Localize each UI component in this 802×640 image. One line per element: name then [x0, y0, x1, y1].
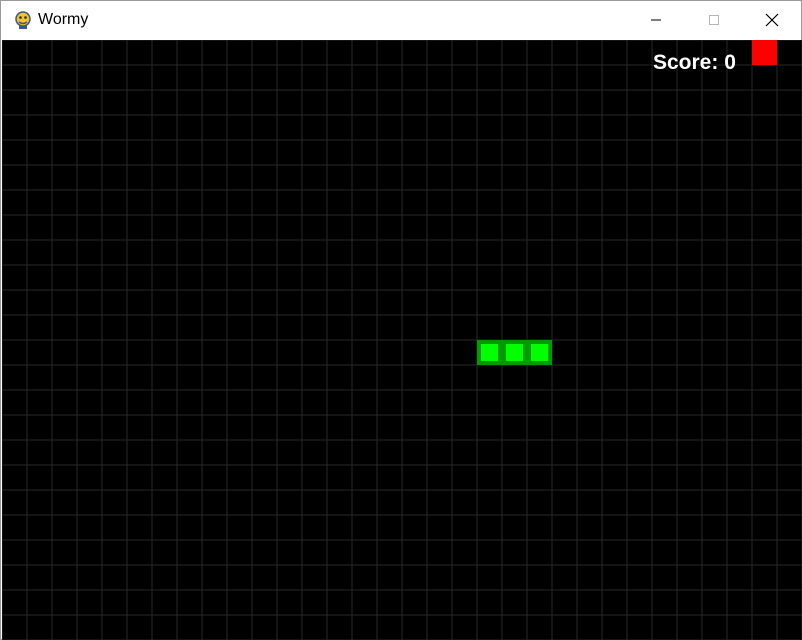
apple [752, 40, 777, 65]
worm-segment-inner [531, 344, 548, 361]
close-button[interactable] [749, 1, 795, 39]
minimize-button[interactable] [633, 1, 679, 39]
score-display: Score: 0 [653, 51, 736, 74]
game-window: Wormy Score: 0 [0, 0, 802, 640]
game-canvas[interactable]: Score: 0 [2, 40, 802, 640]
apple-layer [752, 40, 777, 65]
window-title: Wormy [38, 11, 89, 28]
pygame-snake-icon [15, 11, 31, 29]
worm [477, 340, 552, 365]
close-icon [765, 13, 779, 27]
maximize-button[interactable] [691, 1, 737, 39]
worm-segment-inner [481, 344, 498, 361]
game-board [2, 40, 802, 640]
minimize-icon [651, 19, 661, 21]
grid-lines [2, 40, 802, 640]
worm-segment-inner [506, 344, 523, 361]
title-bar[interactable]: Wormy [1, 1, 801, 39]
maximize-icon [709, 15, 719, 25]
